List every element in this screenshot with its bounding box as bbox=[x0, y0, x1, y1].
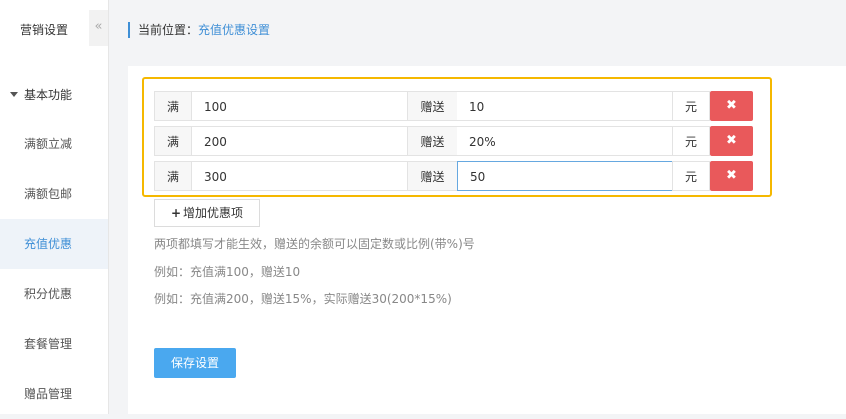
breadcrumb-prefix: 当前位置： bbox=[138, 23, 199, 37]
rule-row: 满 300 赠送 50 元 ✖ bbox=[154, 161, 754, 191]
collapse-icon[interactable]: « bbox=[89, 10, 108, 46]
sidebar-item-recharge-discount[interactable]: 充值优惠 bbox=[0, 219, 108, 269]
unit-label: 元 bbox=[672, 126, 710, 156]
sidebar-item-free-shipping[interactable]: 满额包邮 bbox=[0, 169, 108, 219]
help-text: 两项都填写才能生效，赠送的余额可以固定数或比例(带%)号 bbox=[154, 237, 475, 251]
unit-label: 元 bbox=[672, 161, 710, 191]
plus-icon: + bbox=[170, 206, 182, 220]
gift-input[interactable]: 20% bbox=[457, 126, 673, 156]
sidebar-item-points-discount[interactable]: 积分优惠 bbox=[0, 269, 108, 319]
threshold-input[interactable]: 300 bbox=[192, 161, 408, 191]
delete-button[interactable]: ✖ bbox=[710, 161, 753, 191]
full-label: 满 bbox=[154, 161, 192, 191]
save-button[interactable]: 保存设置 bbox=[154, 348, 236, 378]
gift-input[interactable]: 50 bbox=[457, 161, 673, 191]
threshold-input[interactable]: 100 bbox=[192, 91, 408, 121]
full-label: 满 bbox=[154, 126, 192, 156]
full-label: 满 bbox=[154, 91, 192, 121]
delete-button[interactable]: ✖ bbox=[710, 91, 753, 121]
sidebar-group-label: 基本功能 bbox=[24, 88, 73, 102]
sidebar: 营销设置 « 基本功能 满额立减 满额包邮 充值优惠 积分优惠 套餐管理 赠品管… bbox=[0, 0, 109, 414]
close-icon: ✖ bbox=[726, 133, 737, 148]
breadcrumb-current[interactable]: 充值优惠设置 bbox=[198, 23, 270, 37]
delete-button[interactable]: ✖ bbox=[710, 126, 753, 156]
sidebar-group-basic[interactable]: 基本功能 bbox=[10, 86, 72, 104]
sidebar-item-gift-management[interactable]: 赠品管理 bbox=[0, 369, 108, 419]
help-example-2: 例如：充值满200，赠送15%，实际赠送30(200*15%) bbox=[154, 292, 452, 306]
sidebar-item-package-management[interactable]: 套餐管理 bbox=[0, 319, 108, 369]
sidebar-title: 营销设置 bbox=[19, 23, 68, 37]
unit-label: 元 bbox=[672, 91, 710, 121]
gift-label: 赠送 bbox=[407, 161, 458, 191]
caret-down-icon bbox=[10, 92, 18, 97]
gift-label: 赠送 bbox=[407, 91, 458, 121]
gift-label: 赠送 bbox=[407, 126, 458, 156]
gift-input[interactable]: 10 bbox=[457, 91, 673, 121]
breadcrumb: 当前位置：充值优惠设置 bbox=[128, 22, 270, 38]
close-icon: ✖ bbox=[726, 98, 737, 113]
threshold-input[interactable]: 200 bbox=[192, 126, 408, 156]
add-rule-label: 增加优惠项 bbox=[183, 206, 244, 220]
close-icon: ✖ bbox=[726, 168, 737, 183]
sidebar-item-full-reduce[interactable]: 满额立减 bbox=[0, 119, 108, 169]
rule-row: 满 200 赠送 20% 元 ✖ bbox=[154, 126, 754, 156]
rule-row: 满 100 赠送 10 元 ✖ bbox=[154, 91, 754, 121]
add-rule-button[interactable]: + 增加优惠项 bbox=[154, 199, 260, 227]
help-example-1: 例如：充值满100，赠送10 bbox=[154, 265, 301, 279]
